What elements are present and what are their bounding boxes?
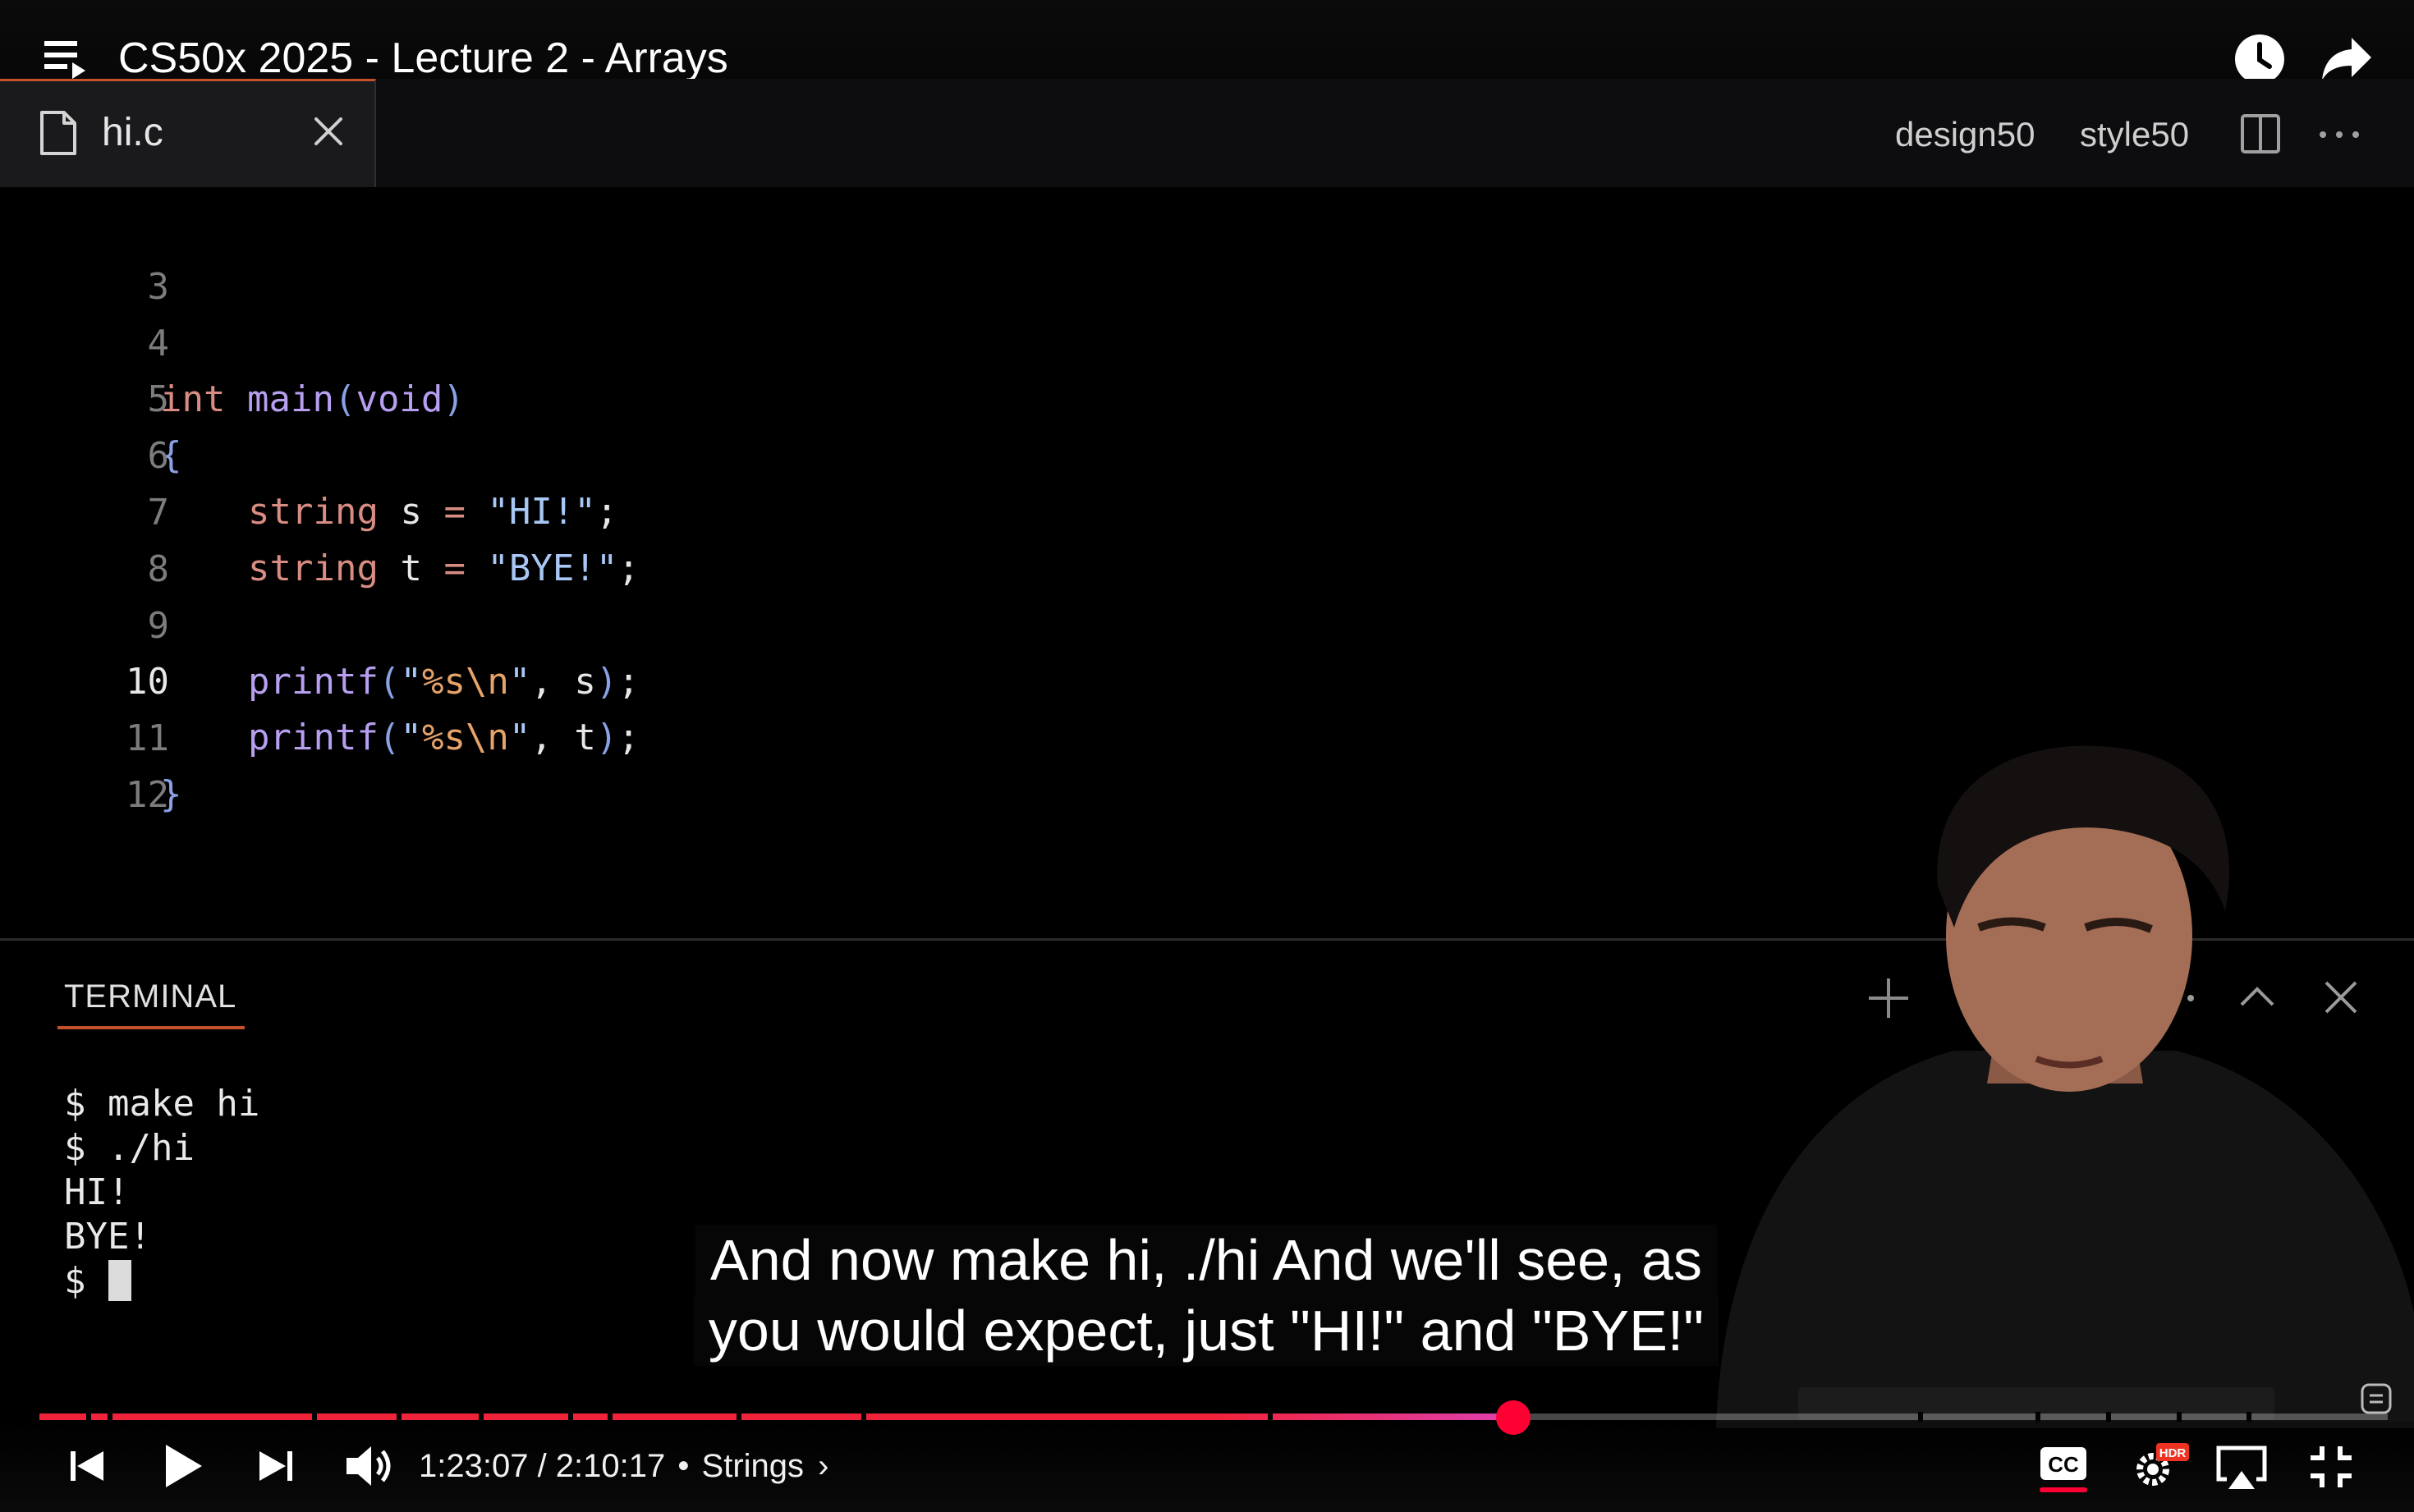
chapter-gap bbox=[1918, 1412, 1923, 1422]
code-line-9: 9 printf("%s\n", s); bbox=[147, 605, 640, 703]
play-icon[interactable] bbox=[163, 1443, 204, 1489]
scrubber-handle[interactable] bbox=[1496, 1400, 1531, 1435]
time-display: 1:23:07 / 2:10:17 • Strings › bbox=[419, 1445, 828, 1487]
screenshot-icon[interactable] bbox=[2360, 1382, 2393, 1415]
more-icon[interactable] bbox=[2317, 118, 2361, 151]
code-line-4: 4 int main(void) bbox=[147, 323, 465, 420]
captions-active-indicator bbox=[2040, 1487, 2087, 1492]
chapter-gap bbox=[737, 1412, 741, 1422]
file-icon bbox=[40, 111, 76, 155]
volume-icon[interactable] bbox=[343, 1443, 392, 1489]
exit-fullscreen-icon[interactable] bbox=[2307, 1443, 2355, 1491]
terminal-line: BYE! bbox=[64, 1216, 151, 1258]
caption-line: And now make hi, ./hi And we'll see, as bbox=[695, 1225, 1717, 1295]
terminal-line: $ ./hi bbox=[64, 1127, 195, 1169]
active-tab-indicator bbox=[57, 1026, 245, 1029]
code-line-3: 3 bbox=[147, 266, 169, 308]
terminal-line: $ make hi bbox=[64, 1083, 260, 1125]
svg-text:HDR: HDR bbox=[2159, 1446, 2187, 1460]
airplay-icon[interactable] bbox=[2215, 1443, 2268, 1492]
chapter-gap bbox=[2106, 1412, 2111, 1422]
terminal-line: HI! bbox=[64, 1171, 130, 1213]
code-line-11: 11 } bbox=[126, 717, 182, 815]
captions: And now make hi, ./hi And we'll see, as … bbox=[677, 1225, 1736, 1366]
chapter-gap bbox=[2035, 1412, 2040, 1422]
style50-button[interactable]: style50 bbox=[2080, 112, 2189, 158]
tab-terminal[interactable]: TERMINAL bbox=[64, 974, 236, 1019]
chapter-title[interactable]: Strings bbox=[702, 1448, 805, 1484]
chapter-gap bbox=[2177, 1412, 2182, 1422]
watch-later-icon[interactable] bbox=[2233, 33, 2286, 85]
close-icon[interactable] bbox=[312, 115, 345, 148]
chapter-separator: • bbox=[677, 1448, 690, 1484]
caption-line: you would expect, just "HI!" and "BYE!" bbox=[693, 1295, 1719, 1366]
chapter-gap bbox=[108, 1412, 112, 1422]
chapter-gap bbox=[2246, 1412, 2251, 1422]
chapter-gap bbox=[86, 1412, 91, 1422]
code-line-12: 12 bbox=[126, 774, 169, 816]
time-elapsed-total: 1:23:07 / 2:10:17 bbox=[419, 1448, 666, 1484]
design50-button[interactable]: design50 bbox=[1895, 112, 2035, 158]
share-icon[interactable] bbox=[2320, 34, 2373, 84]
next-icon[interactable] bbox=[256, 1446, 296, 1486]
code-line-7: 7 string t = "BYE!"; bbox=[147, 492, 640, 589]
settings-icon[interactable]: HDR bbox=[2130, 1441, 2191, 1491]
captions-icon[interactable]: CC bbox=[2040, 1446, 2087, 1481]
chapter-gap bbox=[397, 1412, 402, 1422]
chapter-markers bbox=[86, 1412, 2251, 1422]
chapter-gap bbox=[312, 1412, 317, 1422]
code-line-10: 10 printf("%s\n", t); bbox=[126, 661, 640, 758]
code-line-8: 8 bbox=[147, 548, 169, 590]
svg-text:CC: CC bbox=[2048, 1452, 2079, 1477]
split-editor-icon[interactable] bbox=[2240, 113, 2281, 154]
presenter-video bbox=[1716, 745, 2414, 1428]
code-line-6: 6 string s = "HI!"; bbox=[147, 435, 618, 533]
terminal-prompt[interactable]: $ bbox=[64, 1259, 108, 1304]
chapter-gap bbox=[608, 1412, 613, 1422]
chapter-gap bbox=[568, 1412, 573, 1422]
chapter-gap bbox=[1268, 1412, 1273, 1422]
chapter-gap bbox=[479, 1412, 484, 1422]
terminal-cursor bbox=[108, 1260, 131, 1301]
previous-icon[interactable] bbox=[67, 1446, 107, 1486]
chapter-chevron-icon[interactable]: › bbox=[818, 1448, 828, 1484]
tab-filename: hi.c bbox=[102, 111, 163, 154]
chapter-gap bbox=[861, 1412, 866, 1422]
code-line-5: 5 { bbox=[147, 378, 182, 476]
